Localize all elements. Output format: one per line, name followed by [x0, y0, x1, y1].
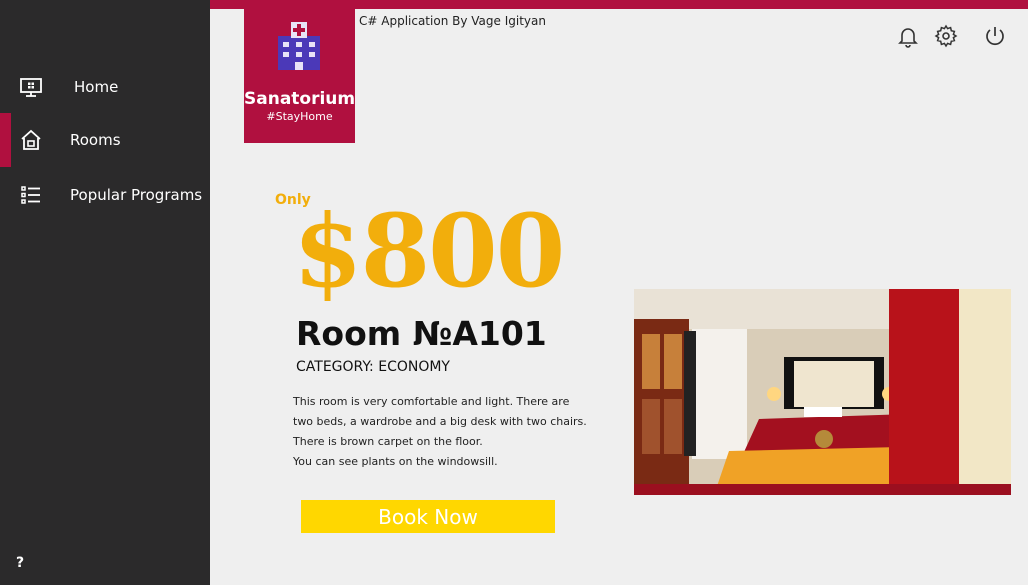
sidebar: Home Rooms Popular Programs ? [0, 0, 210, 585]
room-description: This room is very comfortable and light.… [293, 392, 623, 472]
bell-icon[interactable] [896, 24, 920, 48]
description-line: There is brown carpet on the floor. [293, 435, 483, 448]
description-line: You can see plants on the windowsill. [293, 455, 498, 468]
power-icon[interactable] [983, 24, 1007, 48]
logo: Sanatorium #StayHome [244, 9, 355, 143]
room-category: CATEGORY: ECONOMY [296, 359, 450, 375]
brand-name: Sanatorium [244, 89, 356, 109]
brand-tagline: #StayHome [266, 110, 333, 123]
sidebar-item-label: Popular Programs [70, 186, 203, 204]
sidebar-item-home[interactable]: Home [0, 60, 210, 114]
price: $800 [293, 192, 565, 310]
hospital-icon [278, 22, 320, 70]
sidebar-item-popular-programs[interactable]: Popular Programs [0, 168, 210, 222]
house-icon [21, 129, 41, 150]
sidebar-item-rooms[interactable]: Rooms [0, 113, 210, 167]
app-credit: C# Application By Vage Igityan [359, 14, 546, 28]
active-indicator [0, 113, 11, 167]
sidebar-item-label: Rooms [70, 131, 121, 149]
help-button[interactable]: ? [16, 555, 24, 571]
room-photo [634, 289, 1011, 495]
book-now-button[interactable]: Book Now [301, 500, 555, 533]
top-accent-bar [210, 0, 1028, 9]
list-icon [21, 186, 40, 204]
description-line: two beds, a wardrobe and a big desk with… [293, 415, 587, 428]
monitor-icon [20, 78, 42, 97]
sidebar-item-label: Home [74, 78, 119, 96]
room-title: Room №A101 [296, 314, 547, 353]
description-line: This room is very comfortable and light.… [293, 395, 570, 408]
gear-icon[interactable] [934, 24, 958, 48]
